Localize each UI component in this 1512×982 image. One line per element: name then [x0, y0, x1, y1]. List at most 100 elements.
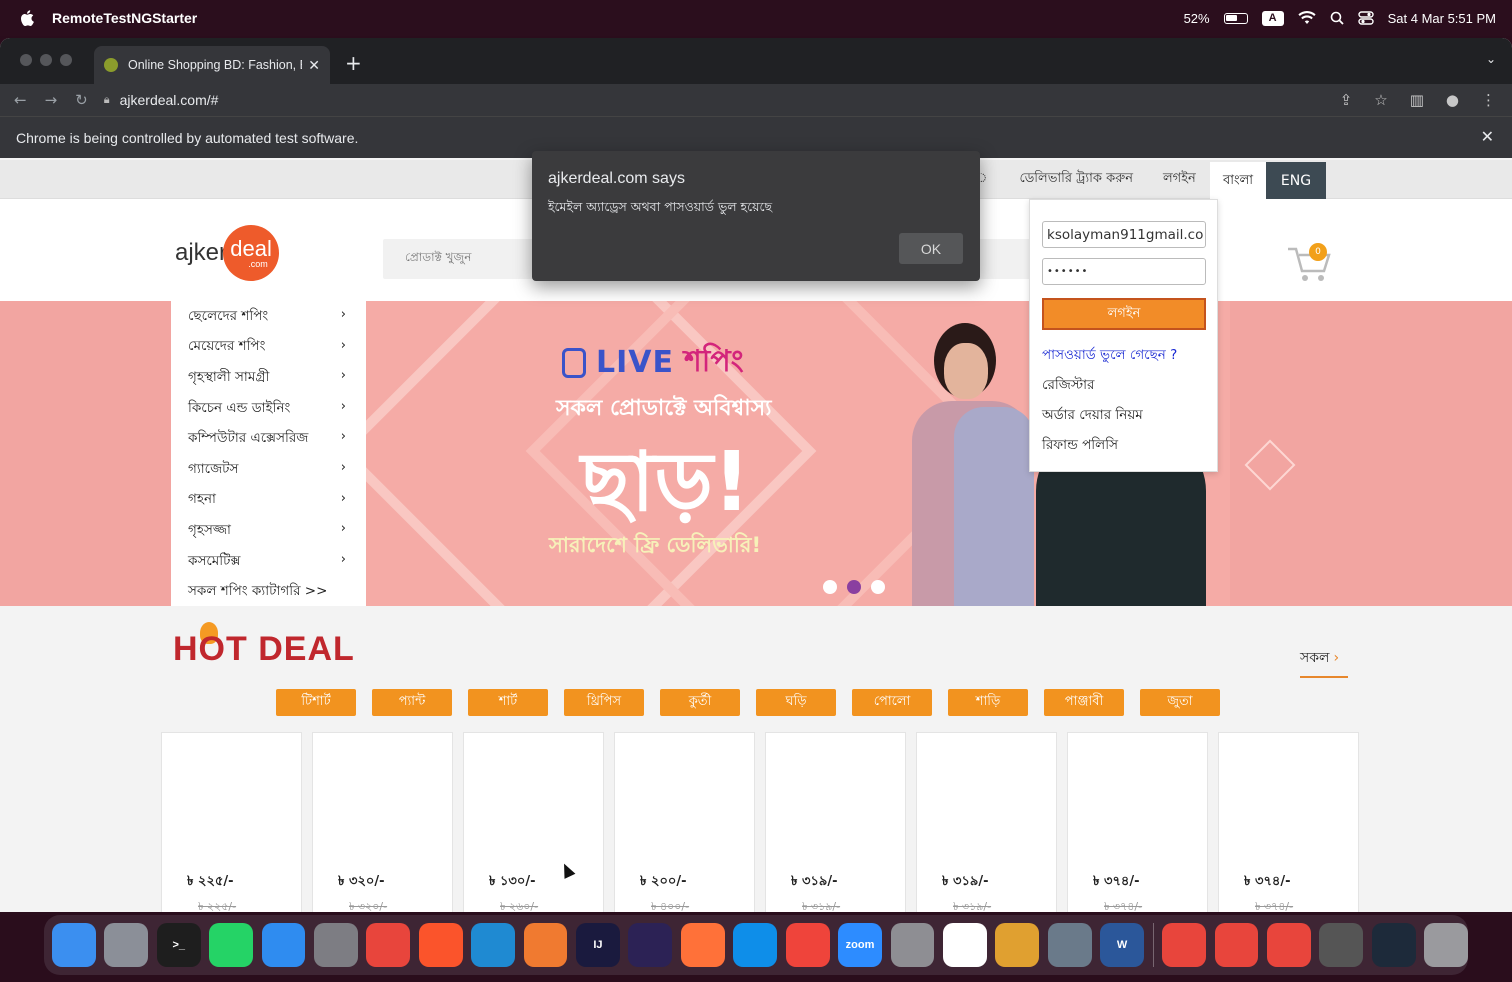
battery-icon[interactable]	[1223, 12, 1248, 24]
chrome-icon-4[interactable]	[1266, 923, 1311, 967]
category-item[interactable]: গহনা ›	[171, 485, 366, 516]
settings-gear-icon[interactable]	[890, 923, 935, 967]
hot-deal-tab[interactable]: পোলো	[852, 689, 932, 716]
category-item[interactable]: গৃহস্থালী সামগ্রী ›	[171, 362, 366, 393]
close-infobar-icon[interactable]: ✕	[1481, 127, 1494, 147]
chrome-icon[interactable]	[366, 923, 411, 967]
slider-dot-2[interactable]	[847, 580, 861, 594]
minimize-window-button[interactable]	[40, 54, 52, 66]
category-item[interactable]: ছেলেদের শপিং ›	[171, 301, 366, 332]
lang-english-button[interactable]: ENG	[1266, 162, 1326, 200]
login-submit-button[interactable]: লগইন	[1042, 298, 1206, 330]
forward-icon[interactable]: →	[45, 91, 58, 109]
email-field[interactable]: ksolayman911gmail.co	[1042, 221, 1206, 248]
category-item[interactable]: কসমেটিক্স ›	[171, 546, 366, 577]
firefox-icon[interactable]	[680, 923, 725, 967]
browser-menu-kebab-icon[interactable]: ⋮	[1481, 91, 1496, 109]
profile-avatar-icon[interactable]: ●	[1446, 91, 1459, 109]
product-card[interactable]: ৳ ৩১৯/- ৳ ৩১৯/-	[916, 732, 1057, 912]
vscode-icon[interactable]	[471, 923, 516, 967]
product-card[interactable]: ৳ ১৩০/- ৳ ২৬০/-	[463, 732, 604, 912]
input-source-icon[interactable]: A	[1261, 10, 1284, 26]
alert-ok-button[interactable]: OK	[899, 233, 963, 264]
cart-icon[interactable]: 0	[1286, 243, 1334, 283]
category-item[interactable]: সকল শপিং ক্যাটাগরি >>	[171, 576, 366, 607]
register-link[interactable]: রেজিস্টার	[1042, 374, 1094, 397]
close-tab-icon[interactable]: ✕	[308, 57, 320, 74]
back-icon[interactable]: ←	[14, 91, 27, 109]
terminal-icon[interactable]: >_	[156, 923, 201, 967]
hot-deal-tab[interactable]: কুর্তী	[660, 689, 740, 716]
bookmark-star-icon[interactable]: ☆	[1374, 91, 1387, 109]
category-item[interactable]: গ্যাজেটস ›	[171, 454, 366, 485]
screen-thumbnail-icon[interactable]	[1371, 923, 1416, 967]
lang-bangla-button[interactable]: বাংলা	[1210, 162, 1266, 200]
hot-deal-tab[interactable]: প্যান্ট	[372, 689, 452, 716]
address-bar[interactable]: 🔒︎ ajkerdeal.com/#	[104, 92, 219, 108]
browser-tab-active[interactable]: Online Shopping BD: Fashion, E ✕	[94, 46, 330, 84]
intellij-icon[interactable]: IJ	[576, 923, 620, 967]
lock-icon[interactable]: 🔒︎	[104, 94, 110, 107]
whatsapp-icon[interactable]	[209, 923, 254, 967]
category-item[interactable]: কিচেন এন্ড ডাইনিং ›	[171, 393, 366, 424]
reload-icon[interactable]: ↻	[75, 91, 88, 109]
zoom-icon[interactable]: zoom	[838, 923, 882, 967]
tab-search-chevron-icon[interactable]: ⌄	[1486, 52, 1496, 66]
order-rules-link[interactable]: অর্ডার দেয়ার নিয়ম	[1042, 404, 1143, 427]
hot-deal-tab[interactable]: থ্রিপিস	[564, 689, 644, 716]
word-icon[interactable]: W	[1100, 923, 1144, 967]
product-card[interactable]: ৳ ৩৭৪/- ৳ ৩৭৪/-	[1218, 732, 1359, 912]
product-card[interactable]: ৳ ২০০/- ৳ ৪০০/-	[614, 732, 755, 912]
wifi-icon[interactable]	[1298, 11, 1316, 25]
chrome-icon-2[interactable]	[1162, 923, 1206, 967]
chrome-icon-3[interactable]	[1214, 923, 1259, 967]
teamviewer-icon[interactable]	[733, 923, 778, 967]
product-card[interactable]: ৳ ৩২০/- ৳ ৩২০/-	[312, 732, 453, 912]
hot-deal-tab[interactable]: ঘড়ি	[756, 689, 836, 716]
trash-icon[interactable]	[1424, 923, 1468, 967]
finder-icon[interactable]	[52, 923, 96, 967]
brave-icon[interactable]	[418, 923, 463, 967]
app-store-icon[interactable]	[942, 923, 987, 967]
safari-icon[interactable]	[261, 923, 306, 967]
login-link[interactable]: লগইন	[1163, 169, 1196, 190]
password-field[interactable]: ••••••	[1042, 258, 1206, 285]
preview-icon[interactable]	[995, 923, 1040, 967]
track-delivery-link[interactable]: ডেলিভারি ট্র্যাক করুন	[1019, 169, 1133, 190]
slider-dot-1[interactable]	[823, 580, 837, 594]
hot-deal-tab[interactable]: শার্ট	[468, 689, 548, 716]
app-window-icon[interactable]	[1319, 923, 1364, 967]
category-item[interactable]: মেয়েদের শপিং ›	[171, 332, 366, 363]
close-window-button[interactable]	[20, 54, 32, 66]
url-text[interactable]: ajkerdeal.com/#	[120, 92, 219, 108]
system-preferences-icon[interactable]	[314, 923, 358, 967]
zoom-window-button[interactable]	[60, 54, 72, 66]
hot-deal-tab[interactable]: পাঞ্জাবী	[1044, 689, 1124, 716]
apple-icon[interactable]	[20, 10, 34, 26]
category-item[interactable]: কম্পিউটার এক্সেসরিজ ›	[171, 423, 366, 454]
forgot-password-link[interactable]: পাসওয়ার্ড ভুলে গেছেন ?	[1042, 344, 1177, 367]
hot-deal-tab[interactable]: টিশার্ট	[276, 689, 356, 716]
hot-deal-tab[interactable]: শাড়ি	[948, 689, 1028, 716]
anydesk-icon[interactable]	[785, 923, 830, 967]
share-icon[interactable]: ⇪	[1340, 91, 1353, 109]
product-card[interactable]: ৳ ৩১৯/- ৳ ৩১৯/-	[765, 732, 906, 912]
spotlight-search-icon[interactable]	[1330, 11, 1344, 25]
pen-app-icon[interactable]	[523, 923, 568, 967]
site-logo[interactable]: ajker deal .com	[175, 225, 280, 281]
side-panel-icon[interactable]: ▥	[1410, 91, 1424, 109]
eclipse-icon[interactable]	[628, 923, 673, 967]
menubar-clock[interactable]: Sat 4 Mar 5:51 PM	[1388, 11, 1496, 26]
proxyman-icon[interactable]	[1047, 923, 1092, 967]
product-card[interactable]: ৳ ২২৫/- ৳ ২২৫/-	[161, 732, 302, 912]
active-app-name[interactable]: RemoteTestNGStarter	[52, 10, 197, 26]
category-item[interactable]: গৃহসজ্জা ›	[171, 515, 366, 546]
hot-deal-tab[interactable]: জুতা	[1140, 689, 1220, 716]
slider-dot-3[interactable]	[871, 580, 885, 594]
launchpad-icon[interactable]	[104, 923, 149, 967]
control-center-icon[interactable]	[1357, 11, 1374, 25]
new-tab-icon[interactable]: +	[345, 51, 362, 75]
product-card[interactable]: ৳ ৩৭৪/- ৳ ৩৭৪/-	[1067, 732, 1208, 912]
refund-policy-link[interactable]: রিফান্ড পলিসি	[1042, 434, 1118, 457]
view-all-link[interactable]: সকল ›	[1300, 646, 1348, 678]
